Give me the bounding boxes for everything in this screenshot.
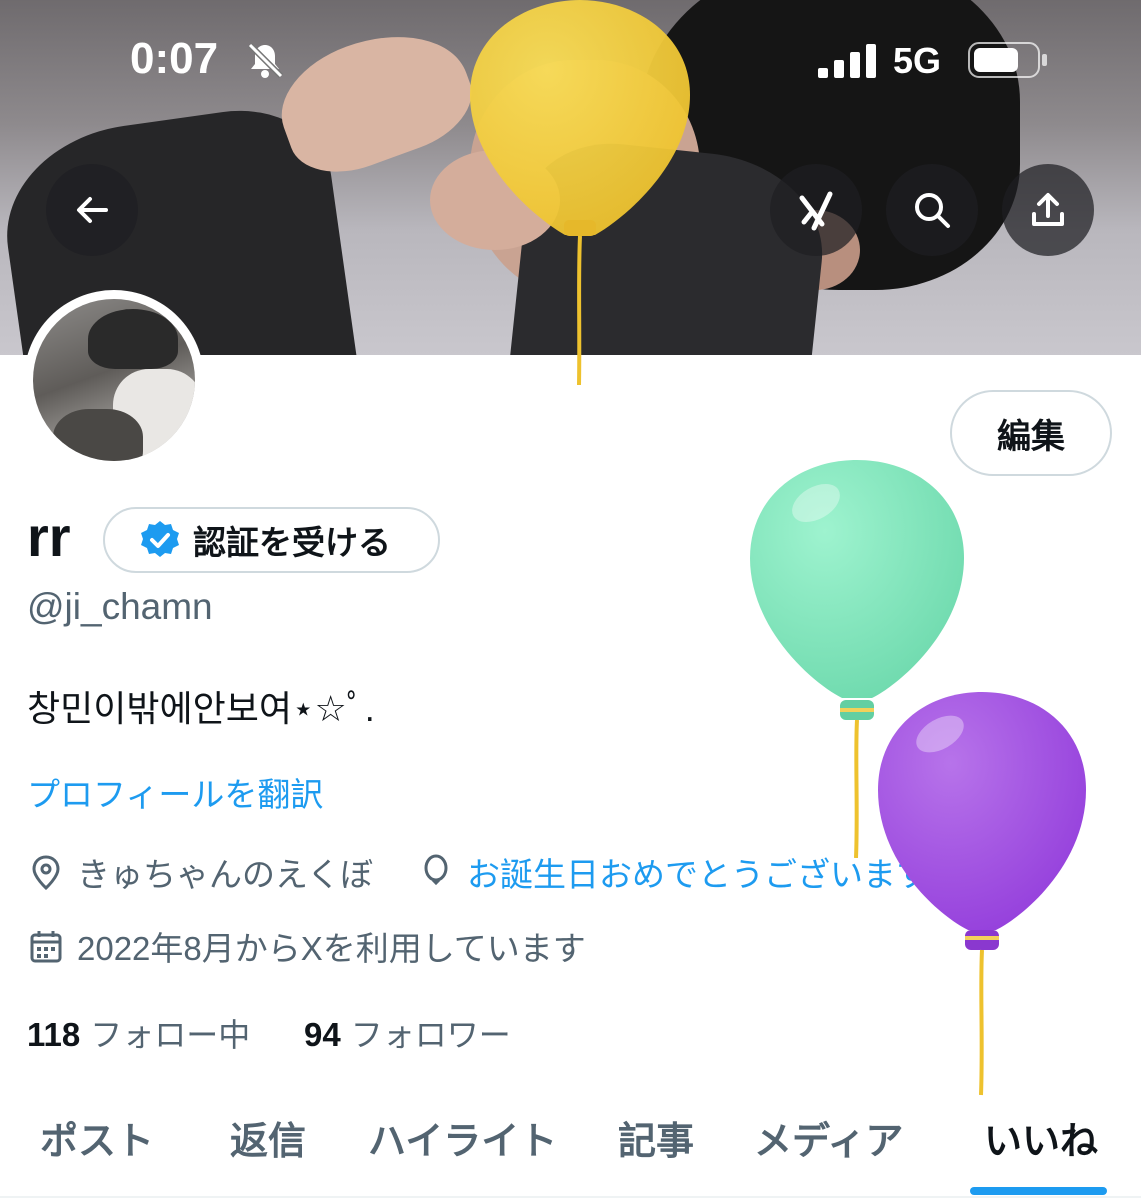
search-icon — [915, 193, 950, 228]
joined-text: 2022年8月からXを利用しています — [77, 930, 586, 967]
joined-row: 2022年8月からXを利用しています — [27, 922, 586, 970]
following-link[interactable]: 118 フォロー中 — [27, 1016, 251, 1053]
tab-replies[interactable]: 返信 — [230, 1110, 306, 1165]
tab-likes[interactable]: いいね — [984, 1110, 1098, 1165]
follow-stats: 118 フォロー中 94 フォロワー — [27, 1010, 511, 1056]
avatar[interactable] — [24, 290, 204, 470]
followers-label: フォロワー — [350, 1017, 511, 1053]
display-name: rr — [27, 505, 71, 568]
following-count: 118 — [27, 1016, 81, 1053]
followers-link[interactable]: 94 フォロワー — [304, 1016, 511, 1053]
back-button[interactable] — [46, 164, 138, 256]
tab-articles[interactable]: 記事 — [618, 1110, 694, 1165]
location-pin-icon — [32, 855, 60, 891]
followers-count: 94 — [304, 1016, 341, 1053]
calendar-icon — [30, 931, 62, 963]
balloon-icon — [424, 854, 448, 886]
get-verified-label: 認証を受ける — [193, 524, 391, 561]
handle: @ji_chamn — [27, 586, 213, 627]
signal-icon — [818, 44, 876, 78]
get-verified-button[interactable]: 認証を受ける — [103, 507, 440, 573]
tab-posts[interactable]: ポスト — [40, 1110, 154, 1165]
verified-badge-icon — [141, 521, 179, 557]
avatar-photo-shadow — [53, 409, 143, 461]
tab-highlights[interactable]: ハイライト — [368, 1110, 557, 1165]
tabs-divider — [0, 1196, 1141, 1198]
profile-tabs: ポスト 返信 ハイライト 記事 メディア いいね — [0, 1100, 1141, 1200]
location-text: きゅちゃんのえくぼ — [77, 856, 374, 893]
avatar-photo-cap — [88, 309, 178, 369]
following-label: フォロー中 — [90, 1017, 251, 1053]
bio: 창민이밖에안보여⋆☆ﾟ. — [27, 688, 375, 729]
grok-button[interactable] — [770, 164, 862, 256]
yellow-balloon — [470, 0, 690, 386]
status-time: 0:07 — [130, 34, 219, 83]
tab-media[interactable]: メディア — [754, 1110, 903, 1165]
battery-icon — [968, 42, 1047, 78]
edit-profile-button[interactable]: 編集 — [950, 390, 1112, 476]
grok-icon — [799, 191, 833, 231]
arrow-left-icon — [77, 197, 108, 223]
bell-muted-icon — [247, 42, 284, 79]
share-button[interactable] — [1002, 164, 1094, 256]
purple-balloon — [878, 692, 1086, 1096]
avatar-photo — [33, 299, 195, 461]
active-tab-indicator — [970, 1187, 1107, 1195]
network-label: 5G — [893, 40, 942, 81]
translate-profile-link[interactable]: プロフィールを翻訳 — [27, 768, 323, 816]
search-button[interactable] — [886, 164, 978, 256]
share-icon — [1032, 193, 1064, 226]
